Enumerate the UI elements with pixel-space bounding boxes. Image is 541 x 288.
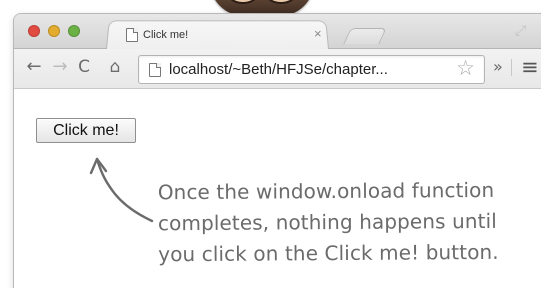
home-icon[interactable]: ⌂	[105, 57, 125, 77]
browser-toolbar: ← → C ⌂ localhost/~Beth/HFJSe/chapter...…	[14, 49, 541, 89]
annotation-line: you click on the Click me! button.	[158, 239, 499, 267]
handwritten-annotation: Once the window.onload function complete…	[158, 175, 519, 271]
bookmark-star-icon[interactable]: ☆	[456, 58, 475, 79]
screenshot-scene: Click me! × ⤢ ← → C ⌂ localhost/~Beth/HF…	[0, 0, 541, 288]
forward-arrow-icon[interactable]: →	[50, 57, 70, 77]
active-tab-content[interactable]: Click me!	[126, 26, 326, 44]
toolbar-divider	[511, 59, 512, 76]
back-arrow-icon[interactable]: ←	[24, 57, 44, 77]
click-me-button[interactable]: Click me!	[36, 118, 136, 143]
minimize-window-button[interactable]	[48, 25, 60, 37]
extensions-overflow-icon[interactable]: »	[493, 57, 503, 77]
page-icon	[126, 28, 138, 42]
new-tab-button[interactable]	[343, 28, 387, 44]
tab-close-icon[interactable]: ×	[314, 27, 322, 41]
tab-strip: Click me! × ⤢	[14, 14, 541, 49]
fullscreen-icon[interactable]: ⤢	[515, 23, 531, 37]
close-window-button[interactable]	[28, 25, 40, 37]
tab-title: Click me!	[143, 29, 189, 41]
url-text[interactable]: localhost/~Beth/HFJSe/chapter...	[169, 61, 447, 78]
annotation-line: completes, nothing happens until	[157, 208, 497, 236]
curved-arrow-icon	[89, 157, 154, 223]
zoom-window-button[interactable]	[68, 25, 80, 37]
annotation-line: Once the window.onload function	[157, 177, 495, 205]
page-icon	[149, 63, 161, 77]
hamburger-menu-icon[interactable]: ≡	[521, 57, 539, 78]
address-bar[interactable]: localhost/~Beth/HFJSe/chapter... ☆	[138, 55, 485, 84]
reload-icon[interactable]: C	[74, 57, 94, 77]
